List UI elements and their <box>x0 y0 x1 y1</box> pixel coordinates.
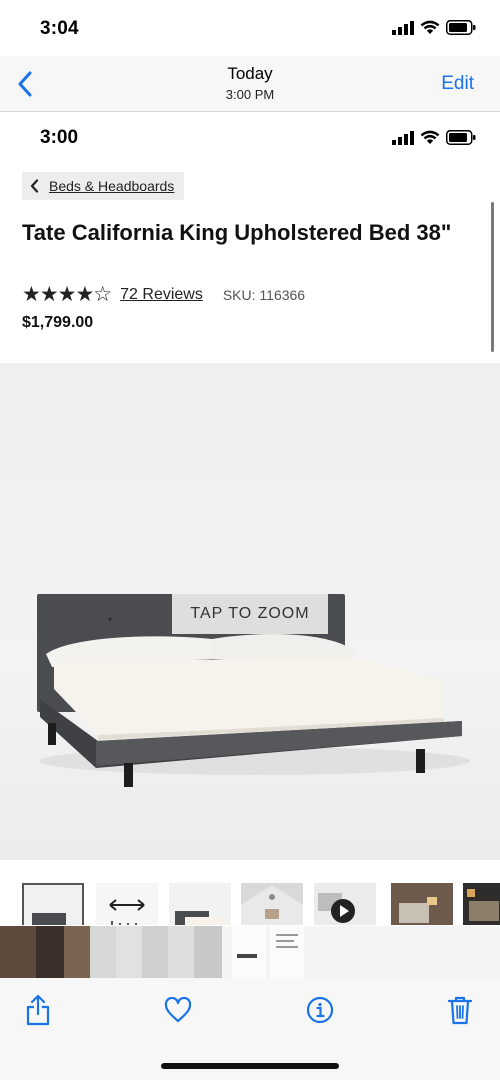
thumbnail-bed-front[interactable] <box>22 883 84 925</box>
thumbnail-bed-side[interactable] <box>169 883 231 925</box>
edit-button[interactable]: Edit <box>441 73 474 95</box>
product-price: $1,799.00 <box>22 314 94 331</box>
nav-subtitle: 3:00 PM <box>225 87 275 102</box>
thumbnail-bed-video[interactable] <box>314 883 376 925</box>
thumbnail-bed-dimensions[interactable] <box>96 883 158 925</box>
product-title: Tate California King Upholstered Bed 38" <box>22 220 452 245</box>
info-button[interactable] <box>305 994 335 1026</box>
thumbnail-bed-room-attic[interactable] <box>241 883 303 925</box>
thumbnail-bed-room-dark[interactable] <box>391 883 453 925</box>
thumbnail-bed-room-night[interactable] <box>463 883 500 925</box>
sku-text: SKU: 116366 <box>222 286 306 303</box>
share-icon <box>26 994 50 1026</box>
wifi-icon <box>420 20 440 34</box>
device-status-bar: 3:04 <box>0 0 500 56</box>
delete-button[interactable] <box>445 994 475 1026</box>
thumbnail-strip <box>0 878 500 925</box>
scroll-indicator <box>491 202 494 352</box>
inner-status-time: 3:00 <box>40 127 79 148</box>
trash-icon <box>447 996 473 1025</box>
reviews-link[interactable]: 72 Reviews <box>120 286 203 304</box>
photo-scroller-thumbs <box>0 926 304 978</box>
chevron-left-icon <box>30 179 39 193</box>
inner-status-icons <box>392 130 476 145</box>
info-icon <box>306 996 334 1024</box>
wifi-icon <box>420 130 440 144</box>
photos-nav-bar: Today 3:00 PM Edit <box>0 56 500 112</box>
product-hero-image[interactable]: TAP TO ZOOM <box>0 363 500 860</box>
share-button[interactable] <box>23 994 53 1026</box>
battery-icon <box>446 20 476 35</box>
signal-icon <box>392 20 414 35</box>
breadcrumb-link[interactable]: Beds & Headboards <box>49 178 174 194</box>
signal-icon <box>392 130 414 145</box>
photo-scroller[interactable] <box>0 926 500 978</box>
status-icons <box>392 20 476 35</box>
nav-title: Today <box>227 64 273 83</box>
breadcrumb[interactable]: Beds & Headboards <box>22 172 185 200</box>
rating-row: ★★★★☆ 72 Reviews SKU: 116366 <box>22 282 305 307</box>
battery-icon <box>446 130 476 145</box>
favorite-button[interactable] <box>163 994 193 1026</box>
tap-to-zoom-label[interactable]: TAP TO ZOOM <box>172 594 328 634</box>
heart-icon <box>164 997 192 1023</box>
home-indicator[interactable] <box>161 1063 339 1069</box>
status-time: 3:04 <box>40 18 79 39</box>
bottom-toolbar <box>0 978 500 1080</box>
screenshot-image[interactable]: 3:00 Beds & Headboards Tate California K… <box>0 113 500 925</box>
star-rating: ★★★★☆ <box>22 283 112 306</box>
